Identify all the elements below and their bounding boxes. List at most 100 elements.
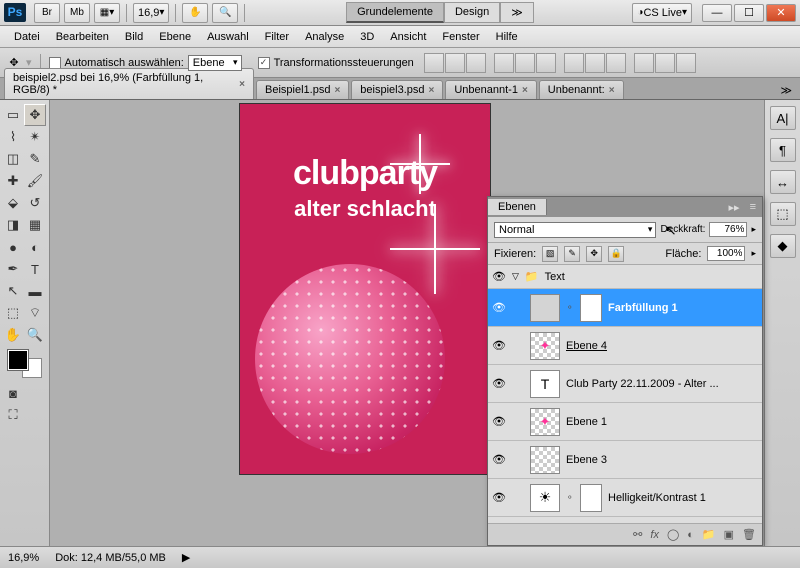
status-zoom[interactable]: 16,9% (8, 552, 39, 564)
visibility-icon[interactable]: 👁 (492, 339, 506, 352)
zoom-button[interactable]: 🔍 (212, 3, 238, 23)
align-btn[interactable] (494, 53, 514, 73)
document-tab[interactable]: Beispiel1.psd× (256, 80, 349, 99)
panel-collapse-icon[interactable]: ▸▸ (725, 201, 744, 214)
auto-select-checkbox[interactable] (49, 57, 61, 69)
align-btn[interactable] (466, 53, 486, 73)
visibility-icon[interactable]: 👁 (492, 270, 506, 283)
lock-all-button[interactable]: 🔒 (608, 246, 624, 262)
rail-button[interactable]: A| (770, 106, 796, 130)
crop-tool[interactable]: ◫ (2, 148, 24, 170)
blend-mode-combo[interactable]: Normal (494, 222, 656, 238)
layer-row[interactable]: 👁✦Ebene 4 (488, 327, 762, 365)
lock-pixels-button[interactable]: ✎ (564, 246, 580, 262)
align-btn[interactable] (634, 53, 654, 73)
close-tab-icon[interactable]: × (239, 79, 245, 90)
close-tab-icon[interactable]: × (609, 85, 615, 96)
lasso-tool[interactable]: ⌇ (2, 126, 24, 148)
menu-fenster[interactable]: Fenster (434, 28, 487, 46)
type-tool[interactable]: T (24, 258, 46, 280)
close-tab-icon[interactable]: × (522, 85, 528, 96)
visibility-icon[interactable]: 👁 (492, 453, 506, 466)
eyedropper-tool[interactable]: ✎ (24, 148, 46, 170)
pen-tool[interactable]: ✒ (2, 258, 24, 280)
group-icon[interactable]: 📁 (702, 528, 716, 541)
history-tool[interactable]: ↺ (24, 192, 46, 214)
document-canvas[interactable]: clubparty alter schlacht (240, 104, 490, 474)
layer-row[interactable]: 👁✦Ebene 1 (488, 403, 762, 441)
align-btn[interactable] (564, 53, 584, 73)
rail-button[interactable]: ⬚ (770, 202, 796, 226)
link-layers-icon[interactable]: ⚯ (633, 528, 642, 541)
rail-button[interactable]: ¶ (770, 138, 796, 162)
cslive-button[interactable]: ◑ CS Live ▾ (632, 3, 692, 23)
minimize-button[interactable]: — (702, 4, 732, 22)
marquee-tool[interactable]: ▭ (2, 104, 24, 126)
fx-icon[interactable]: fx (650, 529, 659, 541)
visibility-icon[interactable]: 👁 (492, 491, 506, 504)
screenmode-tool[interactable]: ⛶ (2, 404, 24, 426)
auto-select-mode-combo[interactable]: Ebene (188, 55, 242, 71)
zoom-tool[interactable]: 🔍 (24, 324, 46, 346)
blur-tool[interactable]: ● (2, 236, 24, 258)
document-tab[interactable]: beispiel3.psd× (351, 80, 443, 99)
workspace-more[interactable]: ≫ (500, 2, 534, 23)
quickmask-tool[interactable]: ◙ (2, 382, 24, 404)
align-btn[interactable] (655, 53, 675, 73)
align-btn[interactable] (445, 53, 465, 73)
visibility-icon[interactable]: 👁 (492, 415, 506, 428)
wand-tool[interactable]: ✴ (24, 126, 46, 148)
visibility-icon[interactable]: 👁 (492, 377, 506, 390)
minibridge-button[interactable]: Mb (64, 3, 90, 23)
opacity-arrow-icon[interactable]: ▸ (751, 224, 756, 235)
menu-3d[interactable]: 3D (352, 28, 382, 46)
menu-ansicht[interactable]: Ansicht (382, 28, 434, 46)
stamp-tool[interactable]: ⬙ (2, 192, 24, 214)
menu-analyse[interactable]: Analyse (297, 28, 352, 46)
eraser-tool[interactable]: ◨ (2, 214, 24, 236)
fill-arrow-icon[interactable]: ▸ (751, 248, 756, 259)
layer-row[interactable]: 👁TClub Party 22.11.2009 - Alter ... (488, 365, 762, 403)
close-tab-icon[interactable]: × (429, 85, 435, 96)
panel-menu-icon[interactable]: ≡ (744, 201, 762, 213)
menu-datei[interactable]: Datei (6, 28, 48, 46)
align-btn[interactable] (676, 53, 696, 73)
lock-transparent-button[interactable]: ▧ (542, 246, 558, 262)
tab-overflow[interactable]: ≫ (776, 82, 796, 99)
path-tool[interactable]: ↖ (2, 280, 24, 302)
panel-tab-ebenen[interactable]: Ebenen (488, 199, 547, 215)
camera-tool[interactable]: ⌔ (24, 302, 46, 324)
hand-button[interactable]: ✋ (182, 3, 208, 23)
status-arrow-icon[interactable]: ▶ (182, 551, 190, 564)
document-tab[interactable]: Unbenannt:× (539, 80, 624, 99)
menu-filter[interactable]: Filter (257, 28, 297, 46)
workspace-tab-design[interactable]: Design (444, 2, 500, 23)
opacity-input[interactable] (709, 222, 747, 237)
color-swatches[interactable] (8, 350, 42, 378)
align-btn[interactable] (536, 53, 556, 73)
adjustment-icon[interactable]: ◐ (687, 529, 694, 541)
layer-row[interactable]: 👁Ebene 3 (488, 441, 762, 479)
layer-name[interactable]: Text (545, 271, 565, 283)
3d-tool[interactable]: ⬚ (2, 302, 24, 324)
maximize-button[interactable]: ☐ (734, 4, 764, 22)
layer-name[interactable]: Club Party 22.11.2009 - Alter ... (566, 378, 719, 390)
close-tab-icon[interactable]: × (334, 85, 340, 96)
layer-row[interactable]: 👁☀⚬Helligkeit/Kontrast 1 (488, 479, 762, 517)
layer-row[interactable]: 👁⚬Farbfüllung 1 (488, 289, 762, 327)
layer-name[interactable]: Ebene 4 (566, 340, 607, 352)
dodge-tool[interactable]: ◐ (24, 236, 46, 258)
close-button[interactable]: ✕ (766, 4, 796, 22)
mask-icon[interactable]: ◯ (667, 528, 679, 541)
lock-position-button[interactable]: ✥ (586, 246, 602, 262)
heal-tool[interactable]: ✚ (2, 170, 24, 192)
layer-name[interactable]: Farbfüllung 1 (608, 302, 678, 314)
gradient-tool[interactable]: ▦ (24, 214, 46, 236)
fill-input[interactable] (707, 246, 745, 261)
document-tab[interactable]: Unbenannt-1× (445, 80, 536, 99)
workspace-tab-grundelemente[interactable]: Grundelemente (346, 2, 444, 23)
align-btn[interactable] (424, 53, 444, 73)
status-doc[interactable]: Dok: 12,4 MB/55,0 MB (55, 552, 166, 564)
hand-tool[interactable]: ✋ (2, 324, 24, 346)
menu-bild[interactable]: Bild (117, 28, 151, 46)
